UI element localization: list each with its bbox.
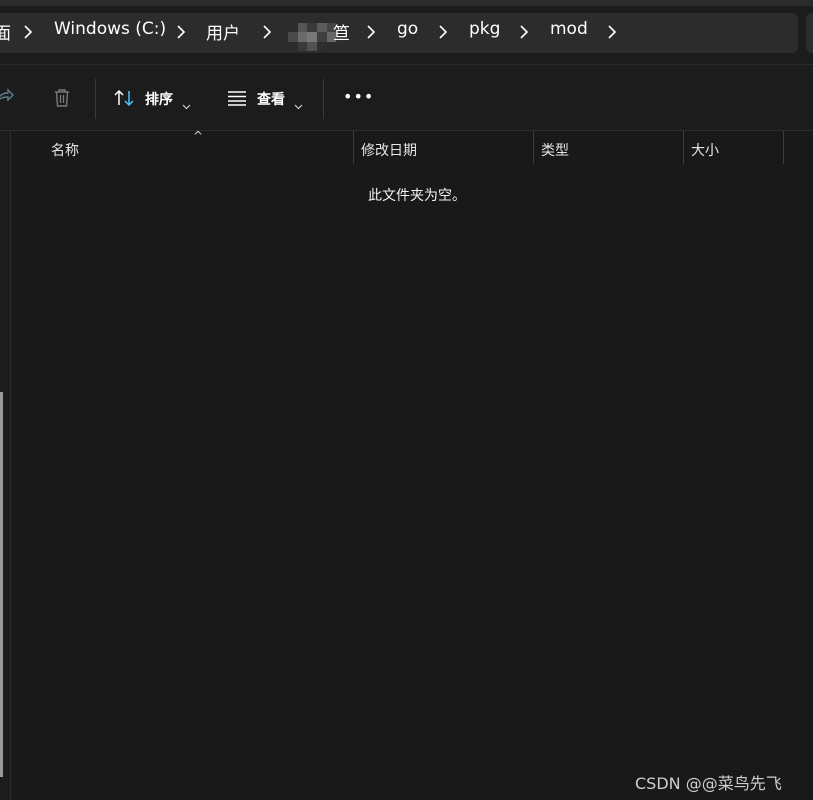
column-header-date-modified[interactable]: 修改日期	[361, 140, 417, 160]
sort-label: 排序	[145, 92, 173, 108]
chevron-down-icon	[294, 95, 303, 114]
chevron-right-icon[interactable]	[366, 25, 376, 39]
view-label: 查看	[257, 92, 285, 108]
more-icon[interactable]: •••	[343, 87, 374, 106]
column-divider[interactable]	[683, 131, 684, 164]
chevron-down-icon	[182, 95, 191, 114]
breadcrumb-item-mod[interactable]: mod	[550, 19, 588, 39]
chevron-right-icon[interactable]	[607, 25, 617, 39]
toolbar-divider	[95, 79, 96, 119]
view-list-icon	[226, 89, 248, 111]
breadcrumb-item-desktop[interactable]: 面	[0, 19, 11, 44]
column-divider[interactable]	[533, 131, 534, 164]
address-bar: 面 Windows (C:) 用户 笪 go pkg mod	[0, 6, 813, 64]
column-divider[interactable]	[353, 131, 354, 164]
column-divider[interactable]	[783, 131, 784, 164]
chevron-right-icon[interactable]	[438, 25, 448, 39]
chevron-right-icon[interactable]	[519, 25, 529, 39]
column-header-row: 名称 ^ 修改日期 类型 大小	[12, 129, 813, 164]
search-box-edge[interactable]	[806, 13, 813, 53]
chevron-right-icon[interactable]	[23, 25, 33, 39]
column-header-name[interactable]: 名称	[51, 140, 79, 160]
sort-button[interactable]: 排序	[113, 85, 195, 113]
delete-icon[interactable]	[52, 87, 72, 113]
sort-ascending-indicator: ^	[193, 129, 204, 143]
breadcrumb-item-windows-c[interactable]: Windows (C:)	[54, 19, 166, 39]
chevron-right-icon[interactable]	[262, 25, 272, 39]
share-icon[interactable]	[0, 87, 14, 111]
breadcrumb-item-username[interactable]: 笪	[333, 19, 350, 44]
toolbar-divider	[323, 79, 324, 119]
chevron-right-icon[interactable]	[176, 25, 186, 39]
command-bar: 排序 查看 •••	[0, 64, 813, 131]
sort-icon	[113, 88, 135, 112]
view-button[interactable]: 查看	[226, 85, 308, 113]
breadcrumb-item-users[interactable]: 用户	[206, 19, 240, 44]
watermark: CSDN @@菜鸟先飞	[635, 774, 782, 793]
navigation-scrollbar[interactable]	[0, 392, 3, 777]
breadcrumb-item-pkg[interactable]: pkg	[469, 19, 500, 39]
column-header-type[interactable]: 类型	[541, 140, 569, 160]
empty-folder-message: 此文件夹为空。	[368, 188, 466, 204]
column-header-size[interactable]: 大小	[691, 140, 719, 160]
breadcrumb-item-go[interactable]: go	[397, 19, 418, 39]
